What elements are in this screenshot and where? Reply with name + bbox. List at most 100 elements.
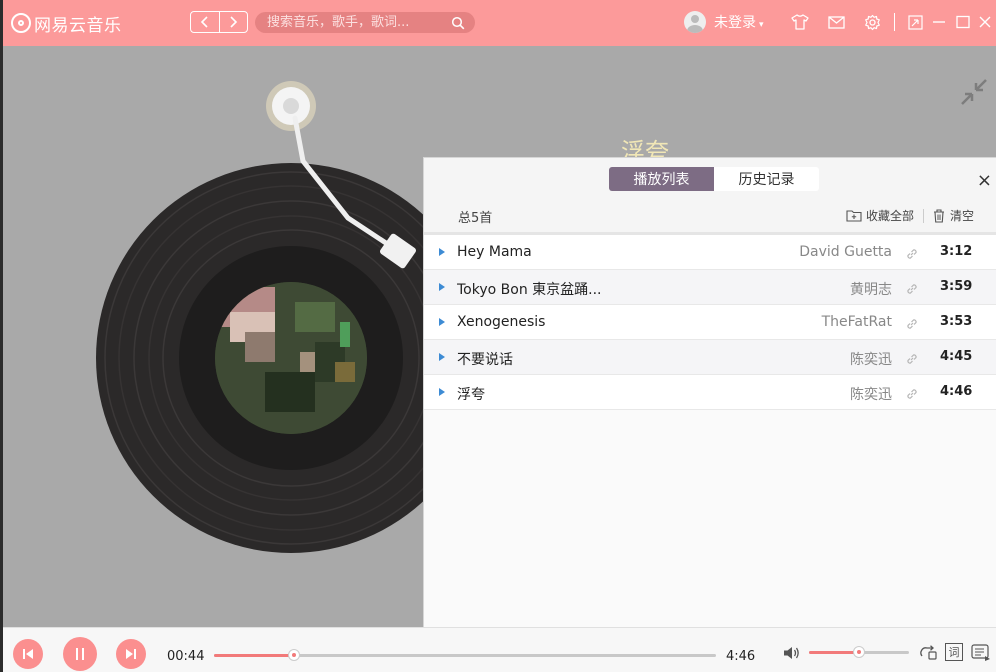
volume-fill [809,651,859,654]
link-icon[interactable] [905,352,919,370]
loop-mode-button[interactable] [918,644,938,662]
gear-icon [864,14,880,30]
app-name: 网易云音乐 [34,15,122,36]
playlist-toolbar: 总5首 收藏全部 清空 [424,202,996,235]
chevron-right-icon [230,16,238,28]
track-title: Tokyo Bon 東京盆踊... [457,282,602,298]
user-dropdown-arrow[interactable]: ▾ [759,20,764,30]
progress-bar[interactable] [214,649,716,661]
tab-playlist[interactable]: 播放列表 [609,167,714,191]
minimize-button[interactable] [929,12,949,32]
progress-fill [214,654,295,657]
track-artist[interactable]: 陈奕迅 [850,349,892,369]
volume-slider[interactable] [809,646,909,658]
loop-icon [920,645,937,660]
titlebar-divider [894,13,895,31]
playlist-panel-header: 播放列表 历史记录 × [424,158,996,202]
track-artist[interactable]: 陈奕迅 [850,384,892,404]
settings-button[interactable] [862,12,882,32]
track-title: Hey Mama [457,244,532,260]
clear-label[interactable]: 清空 [950,207,974,224]
mini-mode-button[interactable] [905,12,925,32]
lyrics-button[interactable]: 词 [945,643,963,661]
playlist-actions: 收藏全部 清空 [846,207,974,224]
playlist-button[interactable] [971,643,991,663]
search-input[interactable] [265,14,451,31]
track-title: 不要说话 [457,352,513,368]
previous-button[interactable] [13,639,43,669]
maximize-icon [956,15,970,29]
track-duration: 3:53 [940,314,973,329]
track-artist[interactable]: TheFatRat [822,314,892,330]
track-row[interactable]: Tokyo Bon 東京盆踊... 黄明志 3:59 [424,270,996,305]
skin-button[interactable] [790,12,810,32]
track-artist[interactable]: 黄明志 [850,279,892,299]
track-duration: 3:12 [940,244,973,259]
collect-all-label[interactable]: 收藏全部 [866,207,914,224]
minimize-icon [933,21,945,23]
mail-icon [827,15,845,29]
previous-track-icon [23,649,33,659]
maximize-button[interactable] [953,12,973,32]
track-duration: 4:46 [940,384,973,399]
tonearm [266,81,416,269]
pause-button[interactable] [63,637,97,671]
playlist-tabs: 播放列表 历史记录 [609,167,819,191]
folder-add-icon [846,210,862,222]
search-box [255,12,475,33]
track-row[interactable]: 不要说话 陈奕迅 4:45 [424,340,996,375]
next-track-icon [126,649,136,659]
link-icon[interactable] [905,317,919,335]
link-icon[interactable] [905,387,919,405]
close-window-button[interactable] [975,12,995,32]
chevron-left-icon [200,16,208,28]
track-title: Xenogenesis [457,314,546,330]
collapse-player-button[interactable] [960,78,988,110]
app-logo[interactable]: 网易云音乐 [11,11,122,36]
play-marker-icon [439,318,445,326]
user-name[interactable]: 未登录 [714,12,756,32]
forward-button[interactable] [218,12,248,32]
volume-icon [784,647,799,659]
tshirt-icon [791,14,809,30]
play-marker-icon [439,388,445,396]
close-icon [979,16,991,28]
link-icon[interactable] [905,282,919,300]
track-row[interactable]: Hey Mama David Guetta 3:12 [424,235,996,270]
collapse-icon [961,79,987,105]
pause-icon [76,648,84,660]
track-row[interactable]: Xenogenesis TheFatRat 3:53 [424,305,996,340]
avatar[interactable] [684,11,706,33]
actions-divider [922,208,924,223]
current-time: 00:44 [167,649,205,664]
next-button[interactable] [116,639,146,669]
mini-mode-icon [907,14,923,30]
search-icon[interactable] [451,16,465,30]
title-bar: 网易云音乐 未登录 ▾ [3,0,996,46]
close-panel-button[interactable]: × [977,170,992,191]
clear-button[interactable]: 清空 [933,207,974,224]
track-row[interactable]: 浮夸 陈奕迅 4:46 [424,375,996,410]
progress-handle[interactable] [288,649,301,661]
music-player-window: 网易云音乐 未登录 ▾ [3,0,996,672]
back-button[interactable] [191,12,219,32]
collect-all-button[interactable]: 收藏全部 [846,207,914,224]
playlist-icon [971,644,990,661]
mail-button[interactable] [826,12,846,32]
playback-bar: 00:44 4:46 词 [3,627,996,672]
track-duration: 4:45 [940,349,973,364]
track-title: 浮夸 [457,387,485,403]
user-login[interactable]: 未登录 ▾ [684,11,764,33]
volume-handle[interactable] [853,646,865,658]
volume-button[interactable] [782,644,802,662]
tab-history[interactable]: 历史记录 [714,167,819,191]
netease-logo-icon [11,13,31,33]
track-artist[interactable]: David Guetta [799,244,892,260]
total-time: 4:46 [726,649,756,664]
play-marker-icon [439,353,445,361]
link-icon[interactable] [905,247,919,265]
play-marker-icon [439,248,445,256]
track-duration: 3:59 [940,279,973,294]
track-count: 总5首 [458,211,493,226]
play-marker-icon [439,283,445,291]
